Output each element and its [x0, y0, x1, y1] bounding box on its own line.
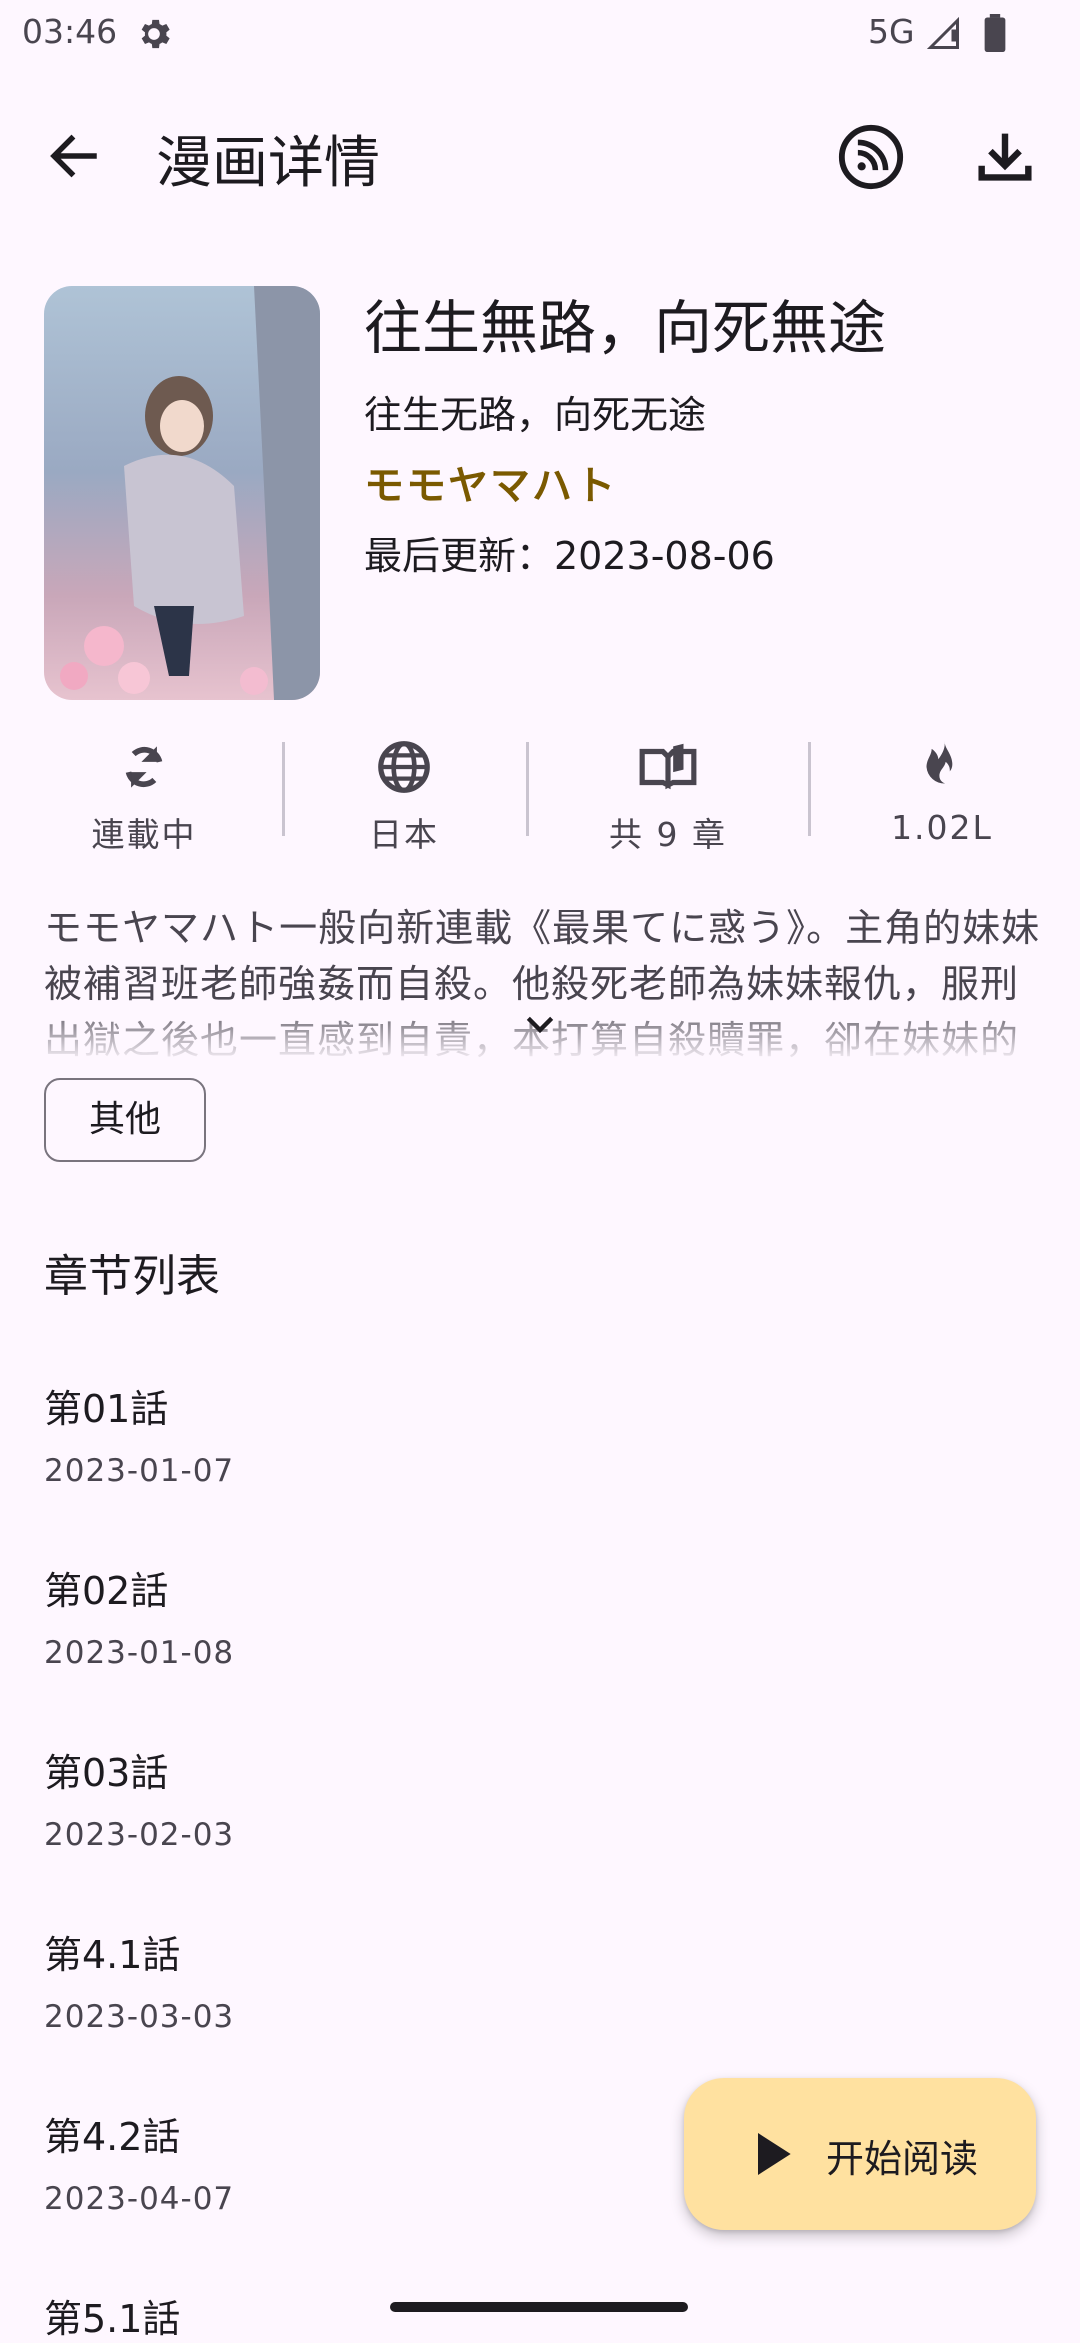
stat-region: 日本	[294, 728, 514, 868]
rss-icon[interactable]	[836, 122, 906, 192]
chapter-item[interactable]: 第5.1話	[44, 2288, 944, 2343]
back-arrow-icon[interactable]	[44, 126, 104, 186]
stats-row: 連載中 日本 共 9 章 1.02L	[0, 728, 1080, 868]
chapter-date: 2023-01-08	[44, 1635, 235, 1671]
comic-subtitle: 往生无路，向死无途	[364, 393, 707, 437]
stat-divider	[526, 742, 529, 836]
comic-cover-image[interactable]	[44, 286, 320, 700]
stat-status-label: 連載中	[91, 815, 197, 854]
chapter-item[interactable]: 第02話 2023-01-08	[44, 1560, 944, 1671]
fire-icon	[926, 741, 953, 784]
status-time: 03:46	[22, 12, 118, 51]
chapter-item[interactable]: 第03話 2023-02-03	[44, 1742, 944, 1853]
comic-author[interactable]: モモヤマハト	[364, 453, 1044, 511]
gesture-nav-handle[interactable]	[390, 2302, 688, 2312]
chapter-name: 第01話	[44, 1387, 169, 1431]
chapter-name: 第02話	[44, 1569, 169, 1613]
chapter-date: 2023-03-03	[44, 1999, 235, 2035]
stat-chapters: 共 9 章	[558, 728, 778, 868]
network-type: 5G	[868, 12, 915, 51]
stat-divider	[808, 742, 811, 836]
status-bar: 03:46 5G	[0, 0, 1080, 66]
globe-icon	[378, 741, 430, 793]
stat-heat-label: 1.02L	[891, 808, 993, 847]
stat-heat: 1.02L	[832, 728, 1052, 868]
stat-status: 連載中	[34, 728, 254, 868]
chapter-name: 第5.1話	[44, 2297, 181, 2341]
book-open-icon	[639, 743, 697, 790]
chapter-date: 2023-02-03	[44, 1817, 235, 1853]
start-reading-button[interactable]: 开始阅读	[684, 2078, 1036, 2230]
app-bar: 漫画详情	[0, 100, 1080, 210]
play-icon	[758, 2133, 791, 2175]
battery-icon	[984, 14, 1006, 52]
tag-chip[interactable]: 其他	[44, 1078, 206, 1162]
last-updated: 最后更新：2023-08-06	[364, 534, 775, 578]
comic-info: 往生無路，向死無途 往生无路，向死无途 モモヤマハト 最后更新：2023-08-…	[364, 290, 1044, 580]
stat-region-label: 日本	[369, 815, 439, 854]
chapter-list-title: 章节列表	[44, 1251, 220, 1302]
download-icon[interactable]	[970, 122, 1040, 192]
sync-icon	[125, 746, 163, 788]
settings-gear-icon	[141, 19, 170, 49]
chapter-date: 2023-01-07	[44, 1453, 235, 1489]
chapter-name: 第4.1話	[44, 1933, 181, 1977]
chevron-down-icon[interactable]	[520, 1005, 560, 1045]
chapter-item[interactable]: 第4.1話 2023-03-03	[44, 1924, 944, 2035]
stat-divider	[282, 742, 285, 836]
start-reading-label: 开始阅读	[826, 2137, 979, 2181]
comic-title: 往生無路，向死無途	[364, 294, 887, 362]
page-title: 漫画详情	[156, 131, 380, 196]
chapter-item[interactable]: 第01話 2023-01-07	[44, 1378, 944, 1489]
chapter-name: 第03話	[44, 1751, 169, 1795]
stat-chapters-label: 共 9 章	[609, 815, 727, 854]
signal-icon	[926, 16, 959, 49]
